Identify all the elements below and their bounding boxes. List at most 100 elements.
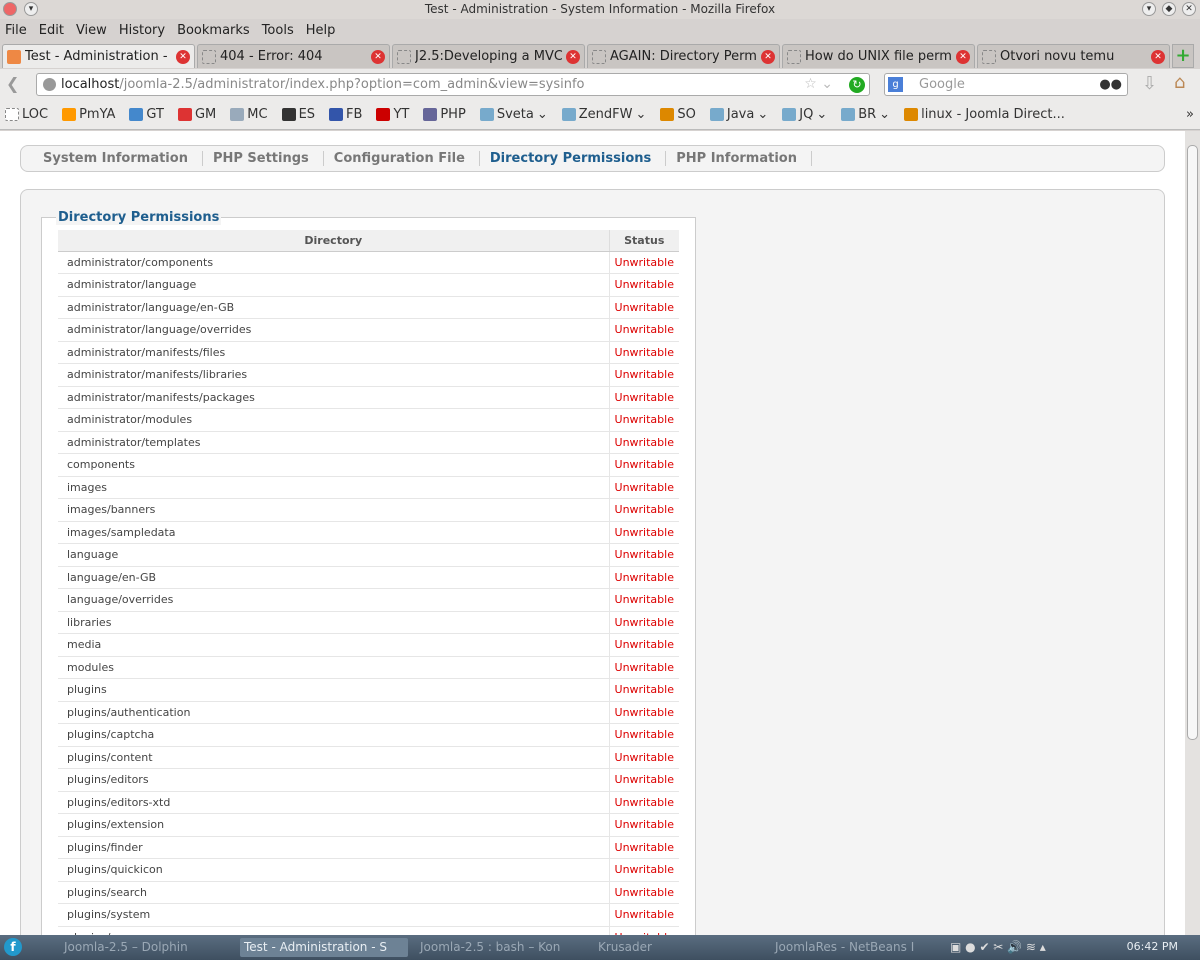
tab-3[interactable]: AGAIN: Directory Perm... ✕ <box>587 44 780 68</box>
more-bookmarks-icon[interactable]: » <box>1186 107 1194 122</box>
status-cell: Unwritable <box>608 386 679 409</box>
new-tab-button[interactable]: + <box>1172 44 1194 68</box>
directory-cell: plugins/search <box>58 881 609 904</box>
menu-history[interactable]: History <box>119 20 165 42</box>
bookmark-label: ES <box>298 107 316 122</box>
status-cell: Unwritable <box>608 341 679 364</box>
vertical-scrollbar[interactable] <box>1185 131 1200 935</box>
status-cell: Unwritable <box>608 611 679 634</box>
status-cell: Unwritable <box>608 813 679 837</box>
bookmark-12[interactable]: Java ⌄ <box>709 107 768 122</box>
minimize-button[interactable]: ▾ <box>1142 2 1156 16</box>
tab-5[interactable]: Otvori novu temu ✕ <box>977 44 1170 68</box>
task-konsole[interactable]: Joomla-2.5 : bash – Kon <box>420 938 560 957</box>
directory-cell: plugins/authentication <box>58 701 609 724</box>
bookmarks-bar: LOC PmYA GT GM MC ES FB YT PHP Sveta ⌄ ZendFW ⌄ SO Jav… <box>0 100 1200 130</box>
tab-0[interactable]: Test - Administration - ... ✕ <box>2 44 195 68</box>
menu-file[interactable]: File <box>5 20 27 42</box>
table-row: libraries Unwritable <box>58 611 679 634</box>
close-tab-icon[interactable]: ✕ <box>176 49 190 64</box>
menu-edit[interactable]: Edit <box>39 20 64 42</box>
bookmark-label: Sveta <box>496 107 534 122</box>
bookmark-10[interactable]: ZendFW ⌄ <box>561 107 646 122</box>
search-input[interactable]: g Google ●● <box>884 73 1128 96</box>
scrollbar-thumb[interactable] <box>1187 145 1198 740</box>
close-button[interactable]: ✕ <box>1182 2 1196 16</box>
window-menu-button[interactable]: ▾ <box>24 2 38 16</box>
close-tab-icon[interactable]: ✕ <box>1151 49 1165 64</box>
reload-button[interactable]: ↻ <box>849 77 865 93</box>
subnav-tab-0[interactable]: System Information <box>33 151 203 166</box>
bookmark-14[interactable]: BR ⌄ <box>841 107 890 122</box>
task-dolphin[interactable]: Joomla-2.5 – Dolphin <box>64 938 188 957</box>
tab-favicon <box>397 49 411 64</box>
bookmark-1[interactable]: PmYA <box>62 107 115 122</box>
menu-view[interactable]: View <box>76 20 107 42</box>
bookmark-3[interactable]: GM <box>177 107 216 122</box>
section-title: Directory Permissions <box>56 210 222 225</box>
url-bar[interactable]: localhost/joomla-2.5/administrator/index… <box>36 73 870 96</box>
globe-icon <box>43 78 56 91</box>
bookmark-5[interactable]: ES <box>281 107 316 122</box>
system-tray-icons[interactable]: ▣ ● ✔ ✂ 🔊 ≋ ▴ <box>950 938 1046 957</box>
maximize-button[interactable]: ◆ <box>1162 2 1176 16</box>
table-row: administrator/language/en-GB Unwritable <box>58 296 679 319</box>
tab-favicon <box>982 49 996 64</box>
status-cell: Unwritable <box>608 273 679 297</box>
bookmark-6[interactable]: FB <box>329 107 362 122</box>
page-content: System Information PHP Settings Configurat… <box>0 131 1185 935</box>
task-krusader[interactable]: Krusader <box>598 938 652 957</box>
bookmark-11[interactable]: SO <box>660 107 696 122</box>
subnav-tab-4[interactable]: PHP Information <box>666 151 812 166</box>
bookmark-4[interactable]: MC <box>230 107 268 122</box>
close-tab-icon[interactable]: ✕ <box>761 49 775 64</box>
tab-favicon <box>787 49 801 64</box>
bookmark-icon <box>709 108 724 121</box>
directory-permissions-fieldset: Directory Permissions Directory Status a… <box>41 210 696 935</box>
bookmark-0[interactable]: LOC <box>5 107 48 122</box>
table-row: administrator/language/overrides Unwritab… <box>58 318 679 342</box>
task-firefox[interactable]: Test - Administration - S <box>240 938 408 957</box>
status-cell: Unwritable <box>608 881 679 904</box>
tab-4[interactable]: How do UNIX file permi... ✕ <box>782 44 975 68</box>
bookmark-7[interactable]: YT <box>376 107 409 122</box>
tab-1[interactable]: 404 - Error: 404 ✕ <box>197 44 390 68</box>
directory-cell: plugins/editors <box>58 768 609 792</box>
table-row: language/overrides Unwritable <box>58 588 679 612</box>
bookmark-star-icon[interactable]: ☆ ⌄ <box>804 74 833 95</box>
tab-favicon <box>7 49 21 64</box>
table-row: components Unwritable <box>58 453 679 477</box>
bookmark-icon <box>561 108 576 121</box>
bookmark-13[interactable]: JQ ⌄ <box>782 107 827 122</box>
close-tab-icon[interactable]: ✕ <box>956 49 970 64</box>
bookmark-icon <box>376 108 391 121</box>
menu-help[interactable]: Help <box>306 20 336 42</box>
home-icon[interactable]: ⌂ <box>1174 72 1185 93</box>
binoculars-icon[interactable]: ●● <box>1099 74 1122 95</box>
bookmark-8[interactable]: PHP <box>423 107 466 122</box>
subnav-tab-1[interactable]: PHP Settings <box>203 151 324 166</box>
bookmark-15[interactable]: linux - Joomla Direct... <box>904 107 1065 122</box>
menu-tools[interactable]: Tools <box>262 20 294 42</box>
tab-label: J2.5:Developing a MVC... <box>415 49 562 64</box>
tab-2[interactable]: J2.5:Developing a MVC... ✕ <box>392 44 585 68</box>
subnav-tab-3[interactable]: Directory Permissions <box>480 151 667 166</box>
bookmark-2[interactable]: GT <box>129 107 164 122</box>
download-icon[interactable]: ⇩ <box>1142 73 1157 94</box>
directory-cell: administrator/language <box>58 273 609 297</box>
sysinfo-subnav: System Information PHP Settings Configurat… <box>20 145 1165 172</box>
close-tab-icon[interactable]: ✕ <box>566 49 580 64</box>
close-tab-icon[interactable]: ✕ <box>371 49 385 64</box>
table-row: plugins/authentication Unwritable <box>58 701 679 724</box>
bookmark-label: LOC <box>22 107 49 122</box>
menu-bookmarks[interactable]: Bookmarks <box>177 20 250 42</box>
table-row: images/banners Unwritable <box>58 498 679 522</box>
bookmark-9[interactable]: Sveta ⌄ <box>479 107 548 122</box>
subnav-tab-2[interactable]: Configuration File <box>324 151 480 166</box>
bookmark-icon <box>479 108 494 121</box>
status-cell: Unwritable <box>608 476 679 499</box>
fedora-menu-icon[interactable]: f <box>4 938 22 956</box>
back-button[interactable]: ❮ <box>6 74 19 93</box>
task-netbeans[interactable]: JoomlaRes - NetBeans I <box>775 938 914 957</box>
directory-cell: language/en-GB <box>58 566 609 589</box>
